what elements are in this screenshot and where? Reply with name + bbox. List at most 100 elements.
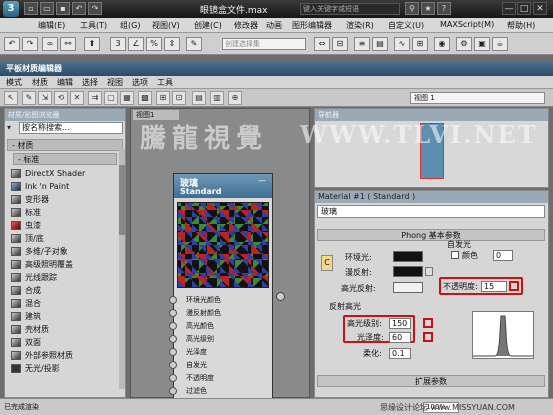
list-item[interactable]: 多维/子对象 (9, 245, 121, 258)
spec-level-spinner[interactable]: 150 (389, 318, 411, 329)
undo-button[interactable]: ↶ (4, 37, 20, 51)
glossiness-map-button[interactable] (423, 332, 433, 342)
menu-help[interactable]: 帮助(H) (507, 20, 535, 31)
delete-icon[interactable]: ✕ (70, 91, 84, 105)
menu-customize[interactable]: 自定义(U) (388, 20, 424, 31)
browser-scrollbar-thumb[interactable] (119, 165, 125, 235)
diffuse-color-swatch[interactable] (393, 266, 423, 277)
input-socket-icon[interactable] (169, 361, 177, 369)
reset-map-icon[interactable]: ⟲ (54, 91, 68, 105)
input-socket-icon[interactable] (169, 387, 177, 395)
undo-icon[interactable]: ↶ (72, 2, 86, 15)
list-item[interactable]: 壳材质 (9, 323, 121, 336)
menu-modifiers[interactable]: 修改器 (234, 20, 258, 31)
layout-all-icon[interactable]: ⊞ (156, 91, 170, 105)
redo-icon[interactable]: ↷ (88, 2, 102, 15)
input-socket-icon[interactable] (169, 322, 177, 330)
select-object-icon[interactable]: ⬆ (84, 37, 100, 51)
move-children-icon[interactable]: ⇉ (88, 91, 102, 105)
slot-opacity[interactable]: 不透明度 (169, 372, 272, 384)
material-node[interactable]: 玻璃 Standard — 环境光颜色 漫反射颜色 高光颜色 高光级别 光泽度 … (169, 173, 285, 401)
menu-views[interactable]: 视图(V) (152, 20, 180, 31)
list-item[interactable]: 建筑 (9, 310, 121, 323)
percent-snap-icon[interactable]: % (146, 37, 162, 51)
input-socket-icon[interactable] (169, 296, 177, 304)
list-item[interactable]: DirectX Shader (9, 167, 121, 180)
list-item[interactable]: 顶/底 (9, 232, 121, 245)
output-socket-icon[interactable] (276, 292, 285, 301)
list-item[interactable]: 外部参照材质 (9, 349, 121, 362)
list-item[interactable]: 混合 (9, 297, 121, 310)
menu-animation[interactable]: 动画 (266, 20, 282, 31)
menu-maxscript[interactable]: MAXScript(M) (440, 20, 494, 29)
diffuse-map-button[interactable] (425, 267, 433, 276)
opacity-spinner[interactable]: 15 (481, 281, 507, 292)
redo-button[interactable]: ↷ (22, 37, 38, 51)
specular-color-swatch[interactable] (393, 282, 423, 293)
material-editor-icon[interactable]: ◉ (434, 37, 450, 51)
save-file-icon[interactable]: ▪ (56, 2, 70, 15)
sme-menu-select[interactable]: 选择 (82, 77, 98, 88)
opacity-map-button[interactable] (509, 281, 519, 291)
collapse-icon[interactable]: — (258, 176, 266, 185)
sme-menu-material[interactable]: 材质 (32, 77, 48, 88)
input-socket-icon[interactable] (169, 309, 177, 317)
soften-spinner[interactable]: 0.1 (389, 348, 411, 359)
slot-diffuse[interactable]: 漫反射颜色 (169, 307, 272, 319)
browser-menu-icon[interactable]: ▾ (7, 123, 17, 133)
binoculars-icon[interactable]: ⚲ (405, 2, 419, 15)
list-item[interactable]: 光线跟踪 (9, 271, 121, 284)
edit-named-selection-icon[interactable]: ✎ (186, 37, 202, 51)
angle-snap-icon[interactable]: ∠ (128, 37, 144, 51)
slot-filter-color[interactable]: 过滤色 (169, 385, 272, 397)
material-name-field[interactable]: 玻璃 (317, 205, 545, 218)
self-illum-color-checkbox[interactable] (451, 251, 459, 259)
minimize-button[interactable]: — (502, 2, 516, 15)
select-tool-icon[interactable]: ↖ (4, 91, 18, 105)
menu-create[interactable]: 创建(C) (194, 20, 222, 31)
sme-menu-options[interactable]: 选项 (132, 77, 148, 88)
list-item[interactable]: 双面 (9, 336, 121, 349)
sme-menu-view[interactable]: 视图 (107, 77, 123, 88)
menu-rendering[interactable]: 渲染(R) (346, 20, 374, 31)
rollout-phong-basic[interactable]: Phong 基本参数 (317, 229, 545, 241)
browser-search-input[interactable]: 按名称搜索... (19, 122, 123, 134)
render-teapot-icon[interactable]: ☕ (492, 37, 508, 51)
rendered-frame-icon[interactable]: ▣ (474, 37, 490, 51)
link-icon[interactable]: ∞ (42, 37, 58, 51)
view-dropdown[interactable]: 视图 1 (410, 92, 545, 104)
navigator-toggle-icon[interactable]: ⊕ (228, 91, 242, 105)
input-socket-icon[interactable] (169, 348, 177, 356)
slot-specular[interactable]: 高光颜色 (169, 320, 272, 332)
slot-glossiness[interactable]: 光泽度 (169, 346, 272, 358)
list-item[interactable]: 虫漆 (9, 219, 121, 232)
layout-children-icon[interactable]: ⊡ (172, 91, 186, 105)
layer-manager-icon[interactable]: ≡ (354, 37, 370, 51)
slot-specular-level[interactable]: 高光级别 (169, 333, 272, 345)
list-item[interactable]: 标准 (9, 206, 121, 219)
spec-level-map-button[interactable] (423, 318, 433, 328)
mirror-icon[interactable]: ⇔ (314, 37, 330, 51)
material-parameter-editor-icon[interactable]: ▤ (192, 91, 206, 105)
snap-3-icon[interactable]: 3 (110, 37, 126, 51)
unlink-icon[interactable]: ⚯ (60, 37, 76, 51)
list-item[interactable]: 合成 (9, 284, 121, 297)
sme-menu-modes[interactable]: 模式 (6, 77, 22, 88)
category-materials[interactable]: - 材质 (7, 139, 123, 151)
category-standard[interactable]: - 标准 (13, 153, 117, 165)
slot-self-illumination[interactable]: 自发光 (169, 359, 272, 371)
app-logo-icon[interactable]: 3 (3, 1, 19, 17)
render-setup-icon[interactable]: ⚙ (456, 37, 472, 51)
rollout-extended-params[interactable]: 扩展参数 (317, 375, 545, 387)
new-file-icon[interactable]: ▫ (24, 2, 38, 15)
align-icon[interactable]: ⊟ (332, 37, 348, 51)
material-map-browser-icon[interactable]: ▥ (210, 91, 224, 105)
ambient-color-swatch[interactable] (393, 251, 423, 262)
menu-edit[interactable]: 编辑(E) (38, 20, 65, 31)
graphite-icon[interactable]: ▤ (372, 37, 388, 51)
checker-background-icon[interactable]: ▩ (138, 91, 152, 105)
spinner-snap-icon[interactable]: ⇕ (164, 37, 180, 51)
self-illum-value[interactable]: 0 (493, 250, 513, 261)
list-item[interactable]: Ink 'n Paint (9, 180, 121, 193)
star-icon[interactable]: ★ (421, 2, 435, 15)
